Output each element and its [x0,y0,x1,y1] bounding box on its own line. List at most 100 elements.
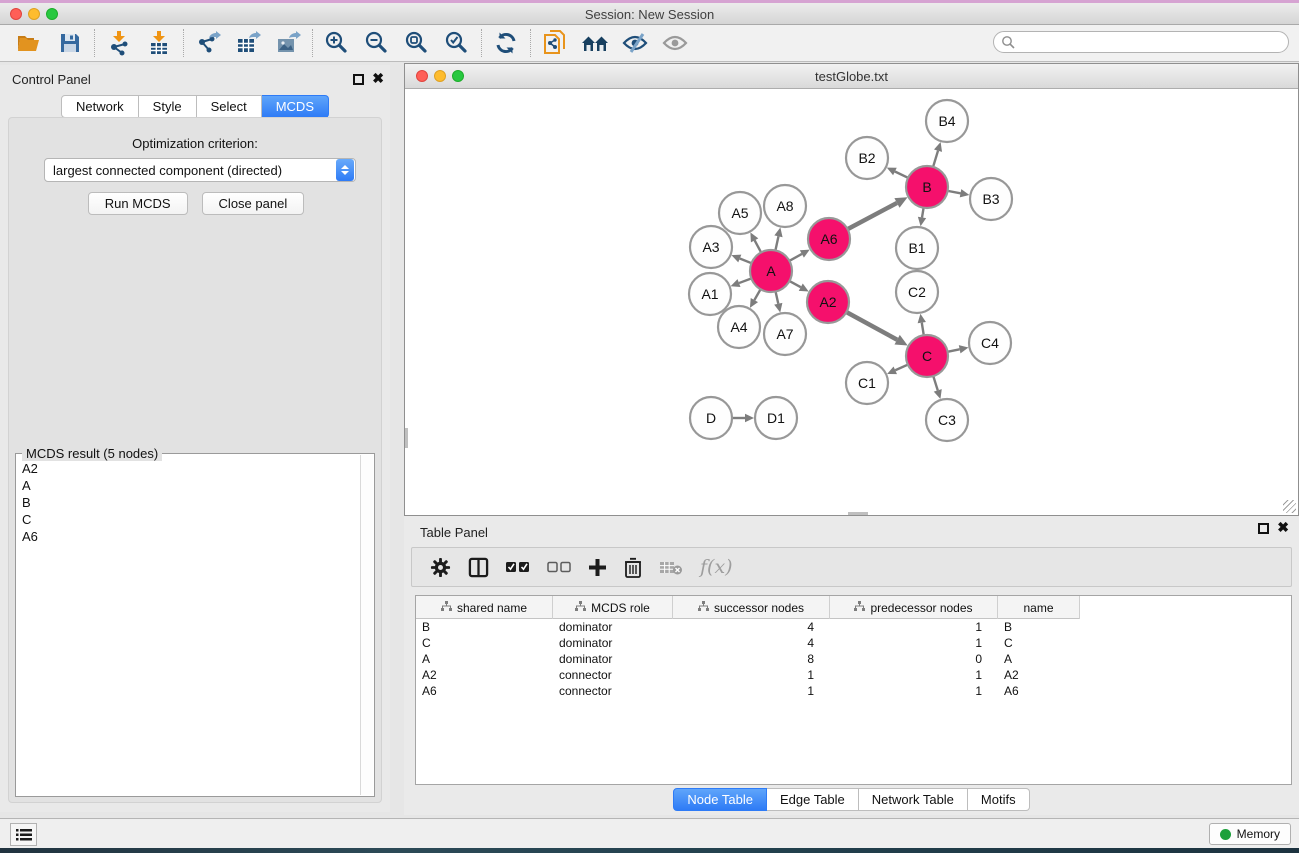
hide-columns-icon[interactable] [547,560,571,574]
column-header-label: predecessor nodes [870,601,972,615]
tab-motifs[interactable]: Motifs [968,788,1030,811]
table-cell[interactable]: 1 [830,668,998,682]
export-table-icon[interactable] [228,28,268,58]
table-row[interactable]: A6connector11A6 [416,683,1291,699]
criterion-select[interactable]: largest connected component (directed) [44,158,356,182]
table-row[interactable]: A2connector11A2 [416,667,1291,683]
table-cell[interactable]: A2 [416,668,553,682]
open-session-icon[interactable] [10,28,50,58]
zoom-fit-icon[interactable] [397,28,437,58]
table-cell[interactable]: 1 [830,636,998,650]
table-cell[interactable]: 1 [673,684,830,698]
tab-edge-table[interactable]: Edge Table [767,788,859,811]
table-cell[interactable]: A2 [998,668,1080,682]
table-cell[interactable]: 1 [830,684,998,698]
table-cell[interactable]: 0 [830,652,998,666]
mcds-result-list[interactable]: A2ABCA6 [17,460,361,795]
column-header-predecessor-nodes[interactable]: predecessor nodes [830,596,998,619]
table-panel: Table Panel ✖ f(x) shared nameMCDS roles… [404,516,1299,815]
table-cell[interactable]: 1 [673,668,830,682]
hide-selected-icon[interactable] [615,28,655,58]
refresh-icon[interactable] [486,28,526,58]
tab-style[interactable]: Style [139,95,197,118]
column-header-shared-name[interactable]: shared name [416,596,553,619]
table-cell[interactable]: dominator [553,652,673,666]
close-panel-icon[interactable]: ✖ [372,70,384,87]
table-cell[interactable]: connector [553,684,673,698]
task-history-button[interactable] [10,823,37,846]
mcds-result-fieldset: MCDS result (5 nodes) A2ABCA6 [15,453,375,797]
columns-icon[interactable] [468,557,489,578]
delete-column-icon[interactable] [624,557,642,578]
edge-A6-B[interactable] [846,203,897,230]
node-label-A8: A8 [776,198,793,214]
export-network-icon[interactable] [188,28,228,58]
table-row[interactable]: Bdominator41B [416,619,1291,635]
tab-network[interactable]: Network [61,95,139,118]
result-list-item[interactable]: C [17,511,361,528]
close-panel-button[interactable]: Close panel [202,192,305,215]
import-network-icon[interactable] [99,28,139,58]
gear-icon[interactable] [430,557,451,578]
table-cell[interactable]: dominator [553,620,673,634]
float-table-panel-icon[interactable] [1258,523,1269,534]
table-cell[interactable]: A [416,652,553,666]
result-list-item[interactable]: A6 [17,528,361,545]
table-cell[interactable]: B [416,620,553,634]
tab-node-table[interactable]: Node Table [673,788,767,811]
network-canvas[interactable]: B4B2BB3A8A5A6A3B1AC2A1A2A4A7C4CC1DD1C3 [405,90,1298,515]
result-list-scrollbar[interactable] [360,455,373,795]
table-row[interactable]: Cdominator41C [416,635,1291,651]
float-panel-icon[interactable] [353,74,364,85]
table-cell[interactable]: C [998,636,1080,650]
result-list-item[interactable]: B [17,494,361,511]
memory-button[interactable]: Memory [1209,823,1291,845]
table-cell[interactable]: 4 [673,620,830,634]
table-cell[interactable]: connector [553,668,673,682]
resize-grip[interactable] [1283,500,1296,513]
zoom-in-icon[interactable] [317,28,357,58]
result-list-item[interactable]: A2 [17,460,361,477]
zoom-out-icon[interactable] [357,28,397,58]
export-image-icon[interactable] [268,28,308,58]
search-input[interactable] [993,31,1289,53]
first-neighbors-icon[interactable] [575,28,615,58]
tab-select[interactable]: Select [197,95,262,118]
show-all-columns-icon[interactable] [506,560,530,574]
new-network-from-selection-icon[interactable] [535,28,575,58]
result-list-item[interactable]: A [17,477,361,494]
node-label-C: C [922,348,932,364]
show-all-icon[interactable] [655,28,695,58]
zoom-selected-icon[interactable] [437,28,477,58]
table-cell[interactable]: A6 [416,684,553,698]
arrowhead-icon [731,279,741,287]
import-table-icon[interactable] [139,28,179,58]
horizontal-scrollbar[interactable] [848,512,868,515]
edge-A2-C[interactable] [845,311,897,340]
table-cell[interactable]: dominator [553,636,673,650]
run-mcds-button[interactable]: Run MCDS [88,192,188,215]
column-header-name[interactable]: name [998,596,1080,619]
search-icon [1001,35,1015,49]
tab-network-table[interactable]: Network Table [859,788,968,811]
column-header-successor-nodes[interactable]: successor nodes [673,596,830,619]
table-toolbar: f(x) [411,547,1292,587]
add-column-icon[interactable] [588,558,607,577]
table-cell[interactable]: A [998,652,1080,666]
table-row[interactable]: Adominator80A [416,651,1291,667]
tab-mcds[interactable]: MCDS [262,95,329,118]
close-table-panel-icon[interactable]: ✖ [1277,519,1289,536]
network-graph[interactable]: B4B2BB3A8A5A6A3B1AC2A1A2A4A7C4CC1DD1C3 [405,90,1298,515]
table-cell[interactable]: 1 [830,620,998,634]
save-session-icon[interactable] [50,28,90,58]
network-window-titlebar[interactable]: testGlobe.txt [405,64,1298,89]
table-cell[interactable]: A6 [998,684,1080,698]
vertical-scrollbar[interactable] [405,428,408,448]
column-header-mcds-role[interactable]: MCDS role [553,596,673,619]
table-cell[interactable]: B [998,620,1080,634]
table-cell[interactable]: 4 [673,636,830,650]
network-view-window: testGlobe.txt B4B2BB3A8A5A6A3B1AC2A1A2A4… [404,63,1299,516]
table-cell[interactable]: 8 [673,652,830,666]
table-cell[interactable]: C [416,636,553,650]
node-table[interactable]: shared nameMCDS rolesuccessor nodes prede… [415,595,1292,785]
